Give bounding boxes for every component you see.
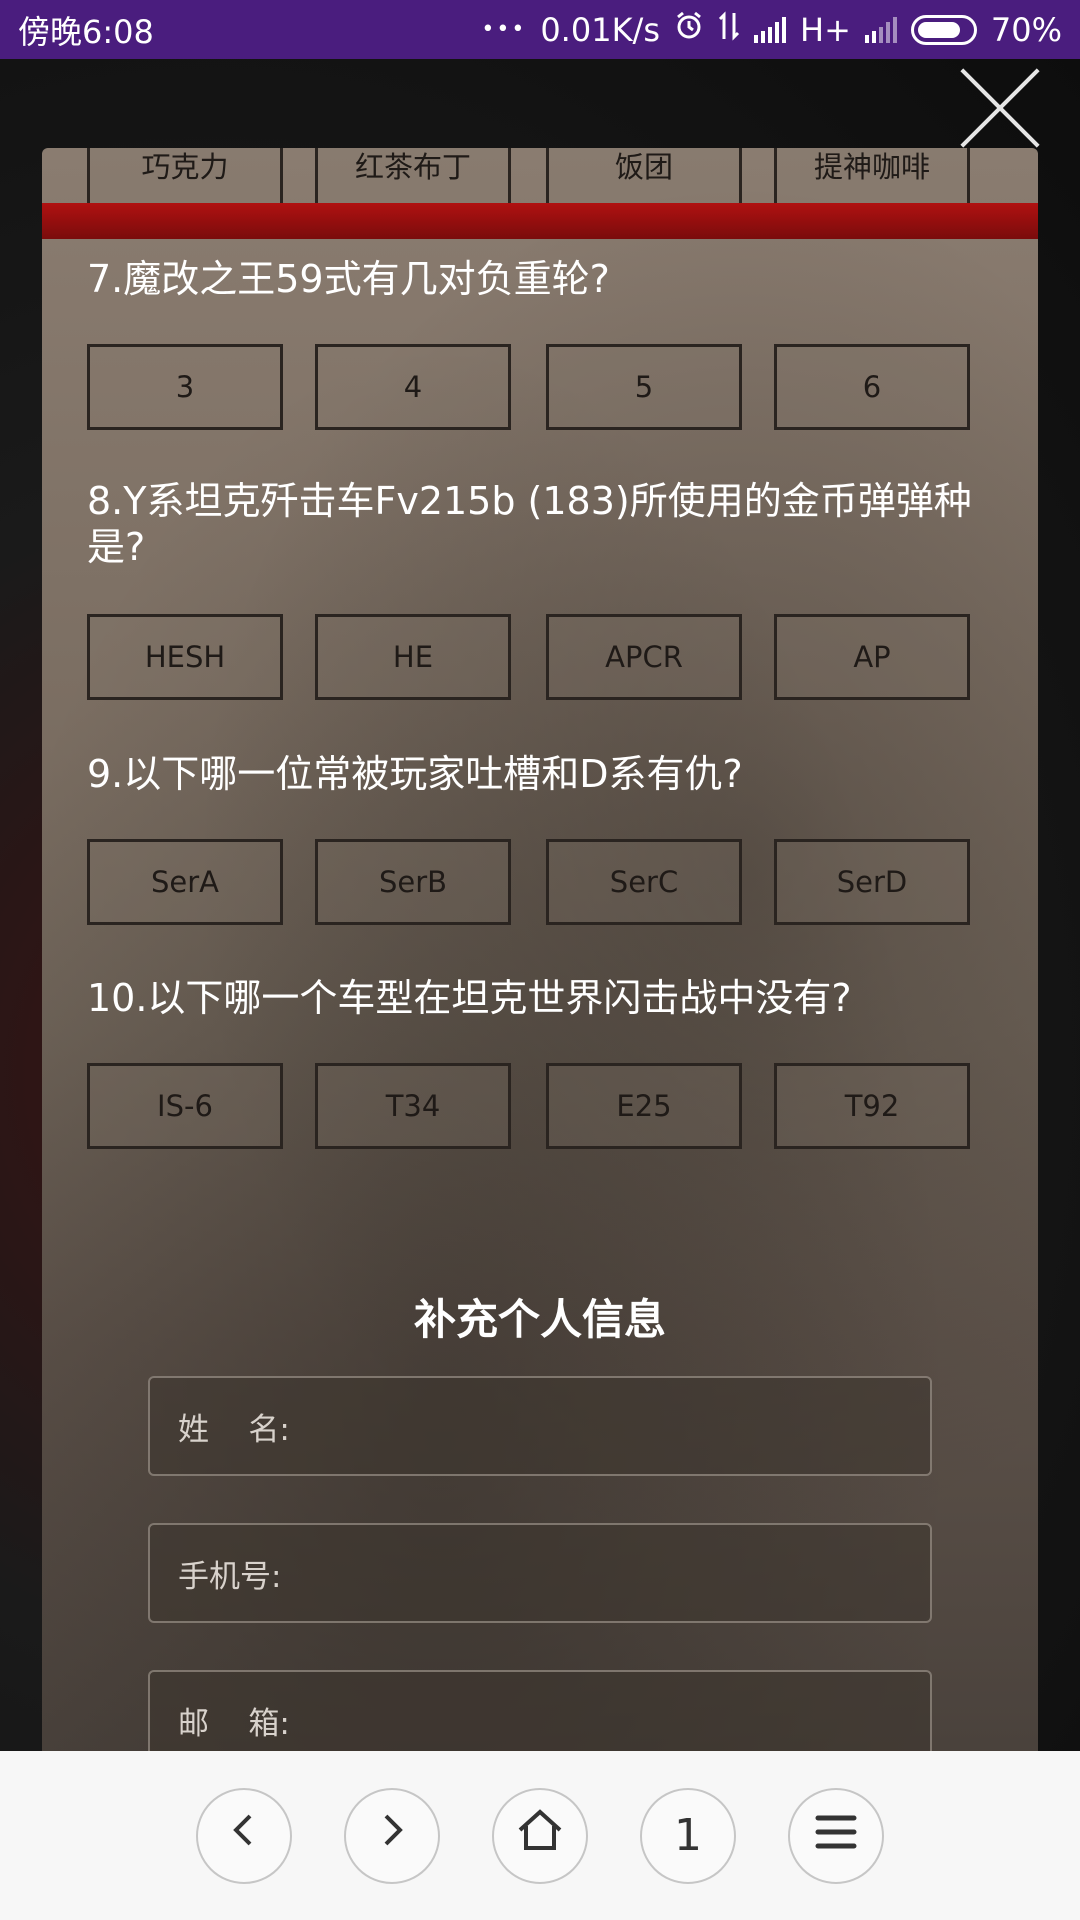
question-text: 8.Y系坦克歼击车Fv215b (183)所使用的金币弹弹种是? [87, 479, 972, 569]
data-transfer-icon [718, 10, 740, 49]
option-button[interactable]: SerA [87, 839, 283, 925]
email-field[interactable]: 邮 箱: [148, 1670, 932, 1751]
network-speed: 0.01K/s [540, 10, 660, 49]
option-button[interactable]: 红茶布丁 [315, 148, 511, 208]
option-button[interactable]: AP [774, 614, 970, 700]
option-button[interactable]: HE [315, 614, 511, 700]
question-text: 9.以下哪一位常被玩家吐槽和D系有仇? [87, 752, 743, 796]
option-button[interactable]: APCR [546, 614, 742, 700]
menu-icon [815, 1810, 857, 1861]
option-button[interactable]: T92 [774, 1063, 970, 1149]
option-button[interactable]: SerC [546, 839, 742, 925]
tabs-count: 1 [674, 1810, 702, 1861]
back-button[interactable] [196, 1787, 292, 1884]
battery-icon [910, 14, 977, 45]
option-button[interactable]: 巧克力 [87, 148, 283, 208]
alarm-icon [674, 11, 704, 49]
name-field[interactable]: 姓 名: [148, 1376, 932, 1476]
forward-button[interactable] [344, 1787, 440, 1884]
email-label: 邮 箱: [178, 1705, 290, 1742]
status-time: 傍晚6:08 [18, 12, 154, 51]
phone-label: 手机号: [178, 1558, 282, 1595]
option-button[interactable]: 提神咖啡 [774, 148, 970, 208]
question-text: 7.魔改之王59式有几对负重轮? [87, 257, 610, 301]
option-button[interactable]: 3 [87, 344, 283, 430]
notification-dots: ••• [481, 17, 527, 42]
question-text: 10.以下哪一个车型在坦克世界闪击战中没有? [87, 976, 852, 1020]
chevron-left-icon [224, 1810, 264, 1861]
option-button[interactable]: SerB [315, 839, 511, 925]
browser-nav-bar: 1 [0, 1751, 1080, 1920]
phone-field[interactable]: 手机号: [148, 1523, 932, 1623]
chevron-right-icon [372, 1810, 412, 1861]
option-button[interactable]: 饭团 [546, 148, 742, 208]
personal-info-title: 补充个人信息 [413, 1295, 666, 1344]
close-icon[interactable] [952, 60, 1048, 156]
home-button[interactable] [492, 1787, 588, 1884]
option-button[interactable]: 4 [315, 344, 511, 430]
signal-icon-2 [864, 16, 897, 43]
option-button[interactable]: 6 [774, 344, 970, 430]
signal-icon [754, 16, 786, 43]
option-button[interactable]: SerD [774, 839, 970, 925]
battery-percent: 70% [990, 10, 1062, 49]
option-button[interactable]: 5 [546, 344, 742, 430]
option-button[interactable]: HESH [87, 614, 283, 700]
option-button[interactable]: T34 [315, 1063, 511, 1149]
tabs-button[interactable]: 1 [640, 1787, 736, 1884]
status-bar: 傍晚6:08 ••• 0.01K/s H+ 70% [0, 0, 1080, 59]
option-button[interactable]: IS-6 [87, 1063, 283, 1149]
name-label: 姓 名: [178, 1411, 290, 1448]
section-divider [42, 203, 1038, 239]
quiz-panel: 巧克力 红茶布丁 饭团 提神咖啡 7.魔改之王59式有几对负重轮? 3 4 5 … [42, 148, 1038, 1751]
home-icon [516, 1808, 564, 1863]
option-button[interactable]: E25 [546, 1063, 742, 1149]
network-type: H+ [800, 10, 851, 49]
menu-button[interactable] [788, 1787, 884, 1884]
